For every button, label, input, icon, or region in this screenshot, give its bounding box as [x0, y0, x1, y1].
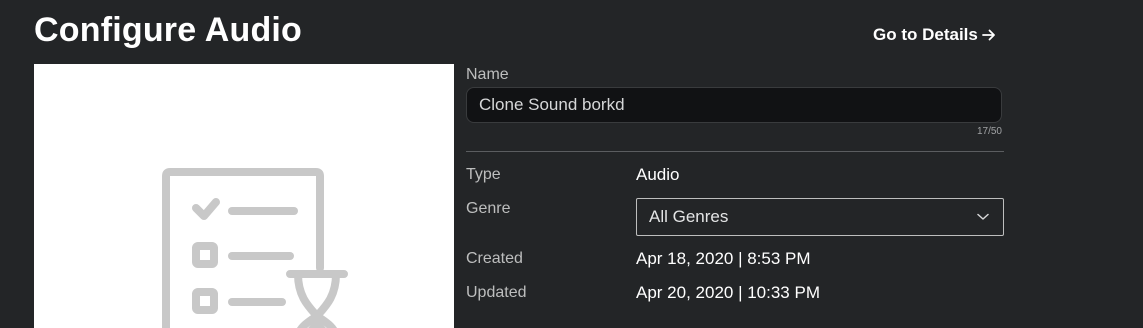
page-title: Configure Audio — [34, 11, 303, 49]
genre-label: Genre — [466, 200, 511, 217]
go-to-details-link[interactable]: Go to Details — [873, 25, 996, 45]
updated-value: Apr 20, 2020 | 10:33 PM — [636, 283, 820, 302]
type-value: Audio — [636, 165, 680, 184]
go-to-details-label: Go to Details — [873, 25, 978, 44]
created-value: Apr 18, 2020 | 8:53 PM — [636, 249, 811, 268]
genre-selected-value: All Genres — [649, 207, 729, 226]
updated-label: Updated — [466, 284, 527, 301]
type-label: Type — [466, 166, 501, 183]
name-char-count: 17/50 — [976, 126, 1002, 137]
chevron-down-icon — [977, 213, 989, 220]
configure-audio-page: Configure Audio Go to Details Name Clone… — [0, 0, 1143, 328]
arrow-right-icon — [981, 29, 995, 41]
genre-select[interactable]: All Genres — [636, 198, 1004, 236]
divider — [466, 151, 1004, 152]
audio-thumbnail — [34, 64, 454, 328]
created-label: Created — [466, 250, 523, 267]
name-label: Name — [466, 66, 509, 83]
name-input[interactable] — [466, 87, 1002, 123]
checklist-pending-icon — [162, 168, 348, 328]
